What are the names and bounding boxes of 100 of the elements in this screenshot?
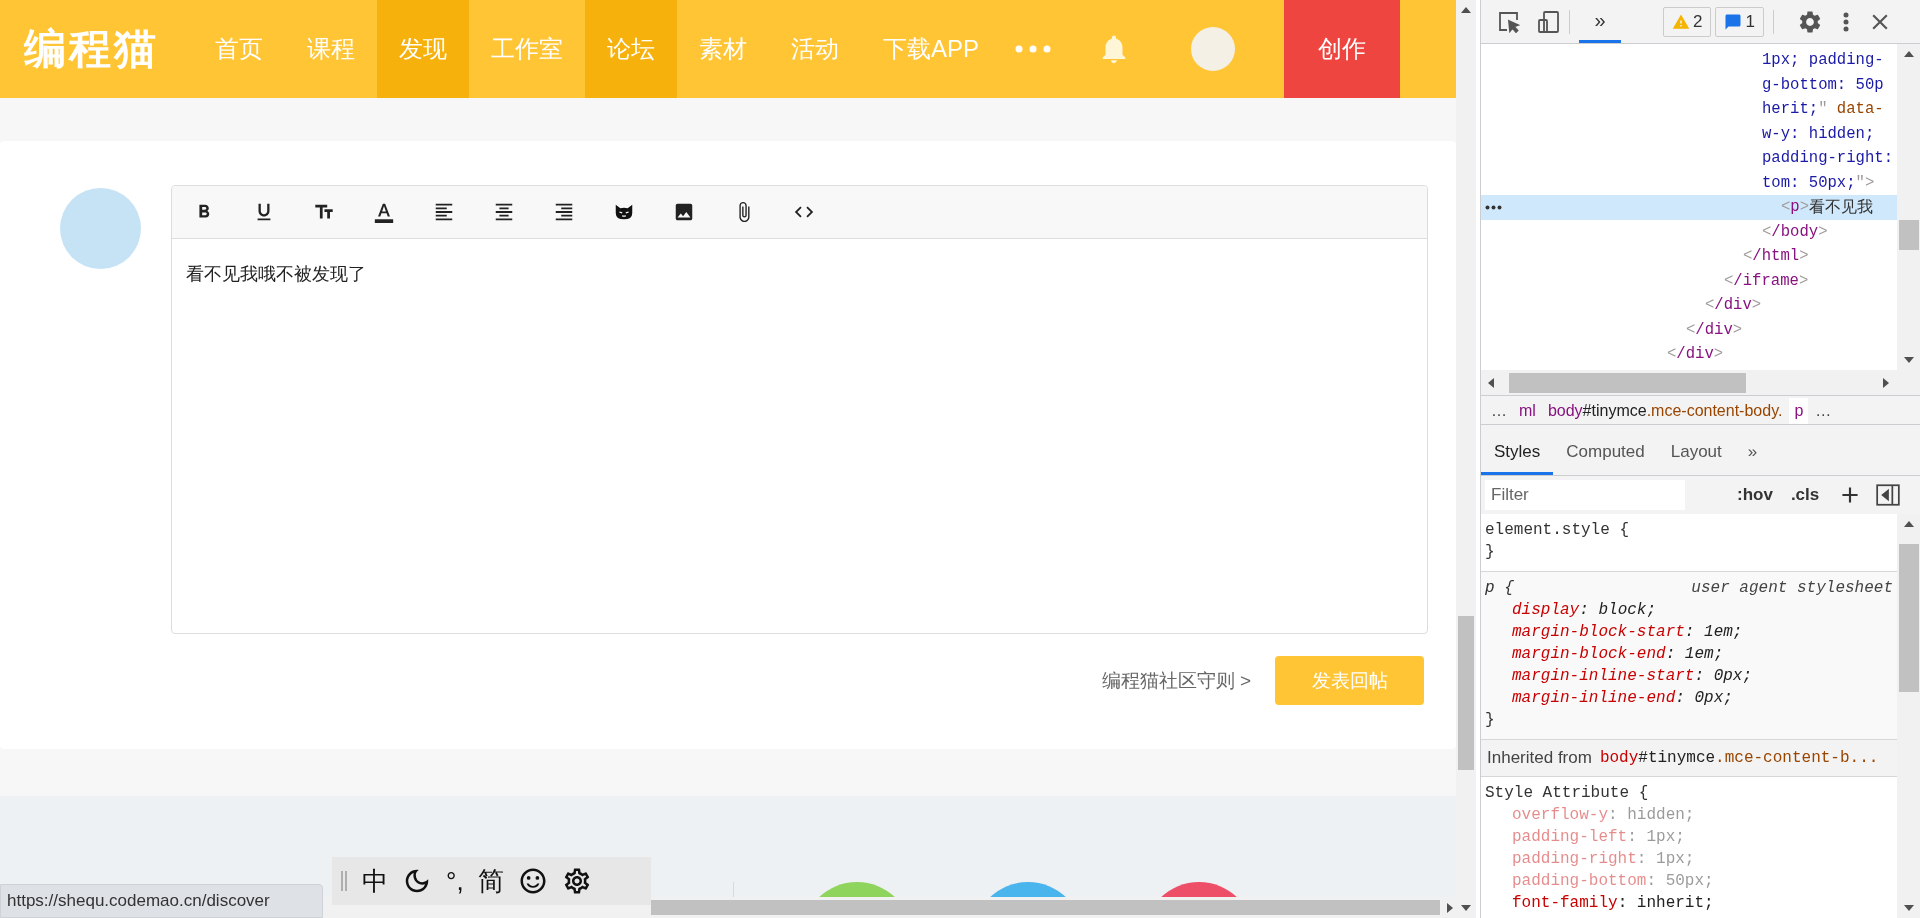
code-token: data-: [1835, 100, 1884, 119]
scrollbar-thumb[interactable]: [1509, 372, 1746, 393]
code-token: /div: [1714, 296, 1752, 315]
breadcrumb[interactable]: body#tinymce.mce-content-body.: [1542, 398, 1788, 424]
warning-icon: [1672, 12, 1690, 31]
code-line[interactable]: </div>: [1481, 342, 1897, 367]
code-token: <: [1762, 222, 1772, 241]
code-line[interactable]: g-bottom: 50p: [1481, 72, 1897, 97]
inspect-cursor-icon[interactable]: [1498, 10, 1520, 33]
style-property[interactable]: margin-inline-start: 0px;: [1485, 665, 1893, 687]
more-button[interactable]: [1842, 11, 1849, 32]
code-token: >: [1713, 345, 1724, 364]
rich-text-editor[interactable]: 看不见我哦不被发现了: [171, 185, 1428, 634]
device-icon[interactable]: [1538, 10, 1560, 33]
vertical-scrollbar[interactable]: [1897, 44, 1920, 370]
code-token: p: [1790, 198, 1800, 217]
code-token: >: [1732, 320, 1743, 339]
code-line[interactable]: w-y: hidden;: [1481, 121, 1897, 146]
code-token: /div: [1676, 345, 1714, 364]
style-property[interactable]: margin-block-end: 1em;: [1485, 643, 1893, 665]
ime-button[interactable]: 中: [362, 863, 388, 899]
create-button[interactable]: 创作: [1284, 0, 1401, 98]
vertical-scrollbar[interactable]: [1897, 514, 1920, 918]
message-icon: [1724, 12, 1743, 31]
messages-button[interactable]: 1: [1715, 6, 1764, 37]
style-property[interactable]: display: block;: [1485, 599, 1893, 621]
code-token: <: [1705, 296, 1715, 315]
code-token: >: [1799, 198, 1810, 217]
breadcrumb[interactable]: ml: [1514, 398, 1541, 424]
align-right-button[interactable]: [553, 201, 575, 223]
code-line[interactable]: </iframe>: [1481, 268, 1897, 293]
more-icon: [1842, 11, 1849, 32]
code-token: <: [1667, 345, 1677, 364]
code-token: <: [1724, 271, 1734, 290]
code-token: g-bottom: 50p: [1762, 75, 1884, 94]
rule-source: user agent stylesheet: [1691, 578, 1893, 599]
style-property[interactable]: margin-block-start: 1em;: [1485, 621, 1893, 643]
code-line[interactable]: tom: 50px;">: [1481, 170, 1897, 195]
hover-state-button[interactable]: :hov: [1735, 485, 1775, 505]
code-token: >: [1751, 296, 1762, 315]
font-color-icon: [373, 201, 395, 223]
align-left-icon: [433, 201, 455, 223]
style-property[interactable]: font-family: inherit;: [1485, 892, 1893, 914]
image-button[interactable]: [673, 201, 695, 223]
horizontal-scrollbar[interactable]: [1481, 370, 1920, 395]
ime-button[interactable]: 简: [477, 863, 504, 899]
vertical-scrollbar[interactable]: [1456, 0, 1476, 918]
ime-button[interactable]: °,: [446, 865, 464, 897]
code-line[interactable]: </div>: [1481, 293, 1897, 318]
scrollbar-thumb[interactable]: [651, 900, 1440, 915]
warnings-button[interactable]: 2: [1663, 6, 1712, 37]
styles-tab[interactable]: »: [1734, 431, 1771, 475]
rule-selector: Style Attribute {: [1485, 783, 1649, 804]
filter-field[interactable]: Filter: [1485, 480, 1685, 510]
class-button[interactable]: .cls: [1788, 485, 1822, 505]
inherited-label: Inherited from: [1487, 748, 1592, 768]
breadcrumb[interactable]: p: [1789, 398, 1809, 424]
closing-brace: }: [1485, 542, 1496, 563]
code-token: >: [1799, 247, 1809, 266]
breadcrumb[interactable]: …: [1810, 398, 1837, 424]
code-line[interactable]: herit;" data-: [1481, 97, 1897, 122]
code-token: ">: [1855, 173, 1875, 192]
breadcrumb[interactable]: …: [1486, 398, 1512, 424]
sidebar-toggle-button[interactable]: [1875, 482, 1902, 508]
code-line[interactable]: </div>: [1481, 317, 1897, 342]
drag-grip-icon[interactable]: [340, 869, 348, 893]
code-token: 1px; padding-: [1762, 51, 1884, 70]
styles-tab[interactable]: Layout: [1657, 431, 1735, 475]
code-token: w-y: hidden;: [1762, 124, 1875, 143]
more-icon[interactable]: [1485, 205, 1502, 210]
code-token: >: [1818, 222, 1828, 241]
code-token: ": [1818, 100, 1828, 119]
font-color-button[interactable]: [373, 201, 395, 223]
code-token: /div: [1695, 320, 1733, 339]
scrollbar-thumb[interactable]: [1458, 616, 1474, 770]
scrollbar-thumb[interactable]: [1898, 220, 1919, 250]
align-right-icon: [553, 201, 575, 223]
code-line[interactable]: </body>: [1481, 219, 1897, 244]
sidebar-toggle-icon: [1875, 482, 1902, 508]
rule-selector: element.style {: [1485, 520, 1630, 541]
code-token: <: [1781, 198, 1791, 217]
code-token: <: [1686, 320, 1696, 339]
rule-selector: p {: [1485, 578, 1514, 599]
styles-tab[interactable]: Computed: [1553, 431, 1658, 475]
code-token: >: [1798, 271, 1809, 290]
code-line[interactable]: </html>: [1481, 244, 1897, 269]
image-icon: [673, 201, 695, 223]
align-left-button[interactable]: [433, 201, 455, 223]
closing-brace: }: [1485, 710, 1496, 731]
horizontal-scrollbar[interactable]: [651, 897, 1456, 918]
code-line[interactable]: padding-right:: [1481, 146, 1897, 171]
code-token: 看不见我: [1809, 197, 1874, 218]
element-link[interactable]: body#tinymce.mce-content-b...: [1599, 749, 1879, 767]
style-property[interactable]: margin-inline-end: 0px;: [1485, 687, 1893, 709]
code-token: /body: [1771, 222, 1819, 241]
align-center-icon: [493, 201, 515, 223]
scrollbar-thumb[interactable]: [1898, 544, 1919, 692]
align-center-button[interactable]: [493, 201, 515, 223]
community-rules-link[interactable]: 编程猫社区守则 >: [1101, 667, 1251, 694]
code-line[interactable]: 1px; padding-: [1481, 48, 1897, 73]
